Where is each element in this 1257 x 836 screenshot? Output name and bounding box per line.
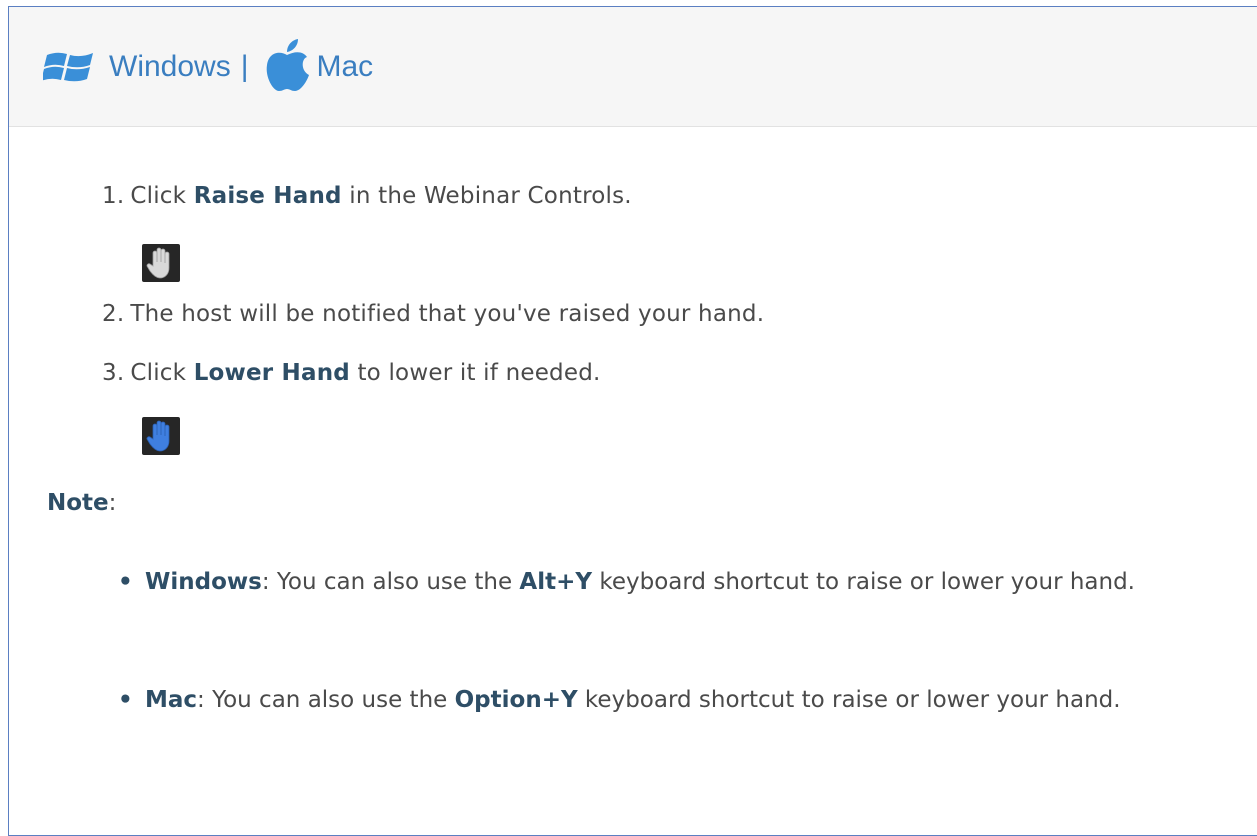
note-heading: Note: <box>47 490 116 516</box>
bullet-text: Mac: You can also use the Option+Y keybo… <box>118 670 1208 730</box>
note-bullet-mac: • Mac: You can also use the Option+Y key… <box>118 670 1208 730</box>
step-number: 3. <box>102 360 125 386</box>
step-text: in the Webinar Controls. <box>341 183 632 209</box>
bullet-mid: : You can also use the <box>197 687 455 713</box>
bullet-text: Windows: You can also use the Alt+Y keyb… <box>118 552 1208 612</box>
bullet-mid: : You can also use the <box>261 569 520 595</box>
tab-separator: | <box>240 49 249 83</box>
lower-hand-term: Lower Hand <box>193 360 350 386</box>
bullet-dot: • <box>118 569 133 595</box>
step-3: 3. Click Lower Hand to lower it if needed… <box>102 360 601 386</box>
note-colon: : <box>108 490 117 516</box>
bullet-post: keyboard shortcut to raise or lower your… <box>592 569 1135 595</box>
mac-tab[interactable]: Mac <box>263 38 374 95</box>
mac-tab-label: Mac <box>316 49 374 83</box>
bullet-os: Windows <box>145 569 262 595</box>
windows-logo-icon <box>43 52 93 81</box>
raise-hand-icon <box>142 244 180 282</box>
note-bullet-windows: • Windows: You can also use the Alt+Y ke… <box>118 552 1208 612</box>
lower-hand-icon <box>142 417 180 455</box>
windows-tab[interactable]: Windows <box>43 49 231 85</box>
bullet-post: keyboard shortcut to raise or lower your… <box>577 687 1121 713</box>
apple-logo-icon <box>266 38 309 91</box>
windows-tab-label: Windows <box>109 49 231 83</box>
step-number: 1. <box>102 183 125 209</box>
step-2: 2. The host will be notified that you've … <box>102 301 764 327</box>
step-text: The host will be notified that you've ra… <box>130 301 765 327</box>
step-number: 2. <box>102 301 125 327</box>
raise-hand-term: Raise Hand <box>193 183 342 209</box>
step-1: 1. Click Raise Hand in the Webinar Contro… <box>102 183 632 209</box>
step-text: Click <box>130 183 194 209</box>
bullet-dot: • <box>118 687 133 713</box>
step-text: to lower it if needed. <box>349 360 601 386</box>
shortcut-key: Option+Y <box>454 687 578 713</box>
shortcut-key: Alt+Y <box>519 569 593 595</box>
bullet-os: Mac <box>145 687 198 713</box>
note-label: Note <box>47 490 109 516</box>
step-text: Click <box>130 360 194 386</box>
os-tab-header: Windows | Mac <box>9 7 1257 127</box>
